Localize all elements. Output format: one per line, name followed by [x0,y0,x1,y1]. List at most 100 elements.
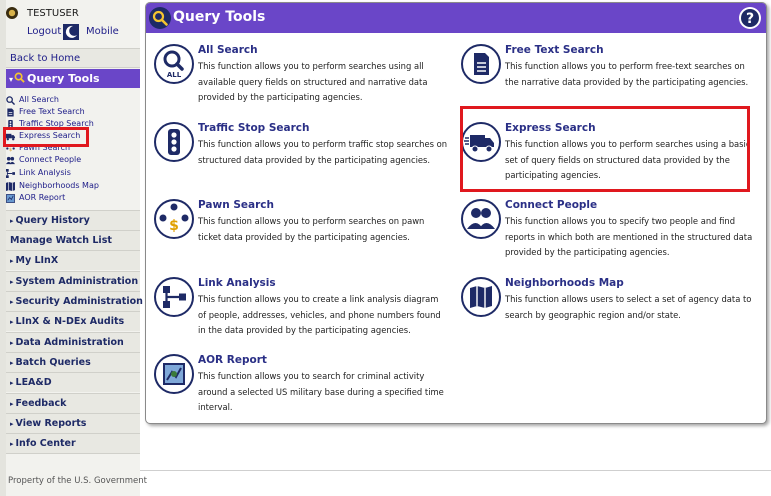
document-icon [7,108,14,117]
sidebar-section-label: Feedback [15,398,67,409]
tool-title[interactable]: Connect People [505,199,597,211]
sidebar-section-label: System Administration [15,276,139,287]
sidebar-section-label: LEA&D [15,377,52,388]
sidebar-item-label: Neighborhoods Map [19,181,99,190]
caret-right-icon: ▸ [10,420,14,428]
tool-pawn-search[interactable]: $ Pawn Search This function allows you t… [154,199,454,269]
sidebar-section-label: Batch Queries [15,357,91,368]
tool-title[interactable]: Pawn Search [198,199,274,211]
sidebar-section-label: Info Center [15,438,76,449]
panel-title: Query Tools [173,9,266,25]
sidebar-item-link-analysis[interactable]: Link Analysis [6,167,138,179]
mobile-link[interactable]: Mobile [86,26,119,37]
highlight-box [3,127,89,147]
sidebar-section-label: Query History [15,215,90,226]
sidebar-section-label: Security Administration [15,296,143,307]
badge-icon [6,7,18,19]
traffic-light-icon [154,122,194,162]
tool-description: This function allows you to perform free… [505,61,749,87]
tool-neighborhoods-map[interactable]: Neighborhoods Map This function allows u… [461,277,761,347]
tool-description: This function allows you to create a lin… [198,294,441,335]
caret-right-icon: ▸ [10,440,14,448]
tool-description: This function allows users to select a s… [505,294,752,320]
sidebar-section-query-history[interactable]: ▸ Query History [6,210,140,230]
sidebar-section-system-administration[interactable]: ▸ System Administration [6,271,140,291]
sidebar-section-label: LInX & N-DEx Audits [15,316,125,327]
tool-title[interactable]: All Search [198,44,258,56]
caret-right-icon: ▸ [10,400,14,408]
sidebar-item-all-search[interactable]: All Search [6,94,138,106]
sidebar-section-manage-watch-list[interactable]: Manage Watch List [6,230,140,250]
tool-title[interactable]: Free Text Search [505,44,604,56]
sidebar-item-aor-report[interactable]: AOR Report [6,192,138,204]
tool-description: This function allows you to search for c… [198,371,444,412]
magnifier-icon [149,7,171,29]
caret-right-icon: ▸ [10,257,14,265]
caret-right-icon: ▸ [10,298,14,306]
document-icon [461,44,501,84]
footer-divider [140,470,771,471]
sidebar-section-batch-queries[interactable]: ▸ Batch Queries [6,352,140,372]
tool-traffic-stop-search[interactable]: Traffic Stop Search This function allows… [154,122,454,192]
logout-link[interactable]: Logout [27,26,61,37]
sidebar-section-data-administration[interactable]: ▸ Data Administration [6,332,140,352]
panel-header: Query Tools ? [146,3,766,33]
people-icon [461,199,501,239]
sidebar-section-lea-d[interactable]: ▸ LEA&D [6,372,140,392]
sidebar-section-info-center[interactable]: ▸ Info Center [6,433,140,453]
report-icon [6,194,15,203]
caret-right-icon: ▸ [10,217,14,225]
highlight-box [460,106,750,192]
tool-title[interactable]: Neighborhoods Map [505,277,624,289]
sidebar-section-security-administration[interactable]: ▸ Security Administration [6,291,143,311]
back-to-home-link[interactable]: Back to Home [6,48,140,68]
sidebar-section-query-tools[interactable]: ▾ Query Tools [6,69,140,88]
sidebar-section-label: Data Administration [15,337,124,348]
map-icon [6,182,15,191]
caret-right-icon: ▸ [10,278,14,286]
tool-description: This function allows you to perform traf… [198,139,448,165]
tool-connect-people[interactable]: Connect People This function allows you … [461,199,761,269]
sidebar-item-label: Free Text Search [19,107,85,116]
tool-description: This function allows you to perform sear… [198,61,428,102]
sidebar-section-feedback[interactable]: ▸ Feedback [6,393,140,413]
magnifier-icon [6,96,15,105]
footer-text: Property of the U.S. Government [8,476,147,486]
sidebar-section-label: Manage Watch List [10,235,112,246]
sidebar-item-connect-people[interactable]: Connect People [6,154,138,166]
tool-free-text-search[interactable]: Free Text Search This function allows yo… [461,44,761,114]
svg-text:$: $ [9,147,12,153]
sidebar-item-label: All Search [19,95,59,104]
sidebar-section-view-reports[interactable]: ▸ View Reports [6,413,140,433]
tool-title[interactable]: AOR Report [198,354,267,366]
tool-description: This function allows you to specify two … [505,216,753,257]
username: TESTUSER [27,8,79,19]
tool-aor-report[interactable]: AOR Report This function allows you to s… [154,354,454,424]
link-icon [154,277,194,317]
tool-title[interactable]: Link Analysis [198,277,276,289]
magnifier-icon [14,72,25,83]
svg-text:$: $ [169,218,179,234]
sidebar-section-my-linx[interactable]: ▸ My LInX [6,250,140,270]
caret-down-icon: ▾ [9,75,14,84]
sidebar-section-label: My LInX [15,255,59,266]
caret-right-icon: ▸ [10,339,14,347]
user-block: TESTUSER Logout Mobile [6,6,138,42]
sidebar-item-neighborhoods-map[interactable]: Neighborhoods Map [6,180,138,192]
caret-right-icon: ▸ [10,359,14,367]
tool-link-analysis[interactable]: Link Analysis This function allows you t… [154,277,454,347]
caret-right-icon: ▸ [10,379,14,387]
sidebar-item-label: Connect People [19,155,82,164]
caret-right-icon: ▸ [10,318,14,326]
tool-all-search[interactable]: ALL All Search This function allows you … [154,44,454,114]
sidebar-item-free-text-search[interactable]: Free Text Search [6,106,138,118]
sidebar-section-audits[interactable]: ▸ LInX & N-DEx Audits [6,311,140,331]
help-icon[interactable]: ? [738,6,762,30]
tool-title[interactable]: Traffic Stop Search [198,122,309,134]
moon-icon[interactable] [63,24,79,40]
pawn-icon: $ [154,199,194,239]
sidebar-section-label: View Reports [15,418,87,429]
people-icon [6,156,15,165]
report-icon [154,354,194,394]
tool-description: This function allows you to perform sear… [198,216,425,242]
